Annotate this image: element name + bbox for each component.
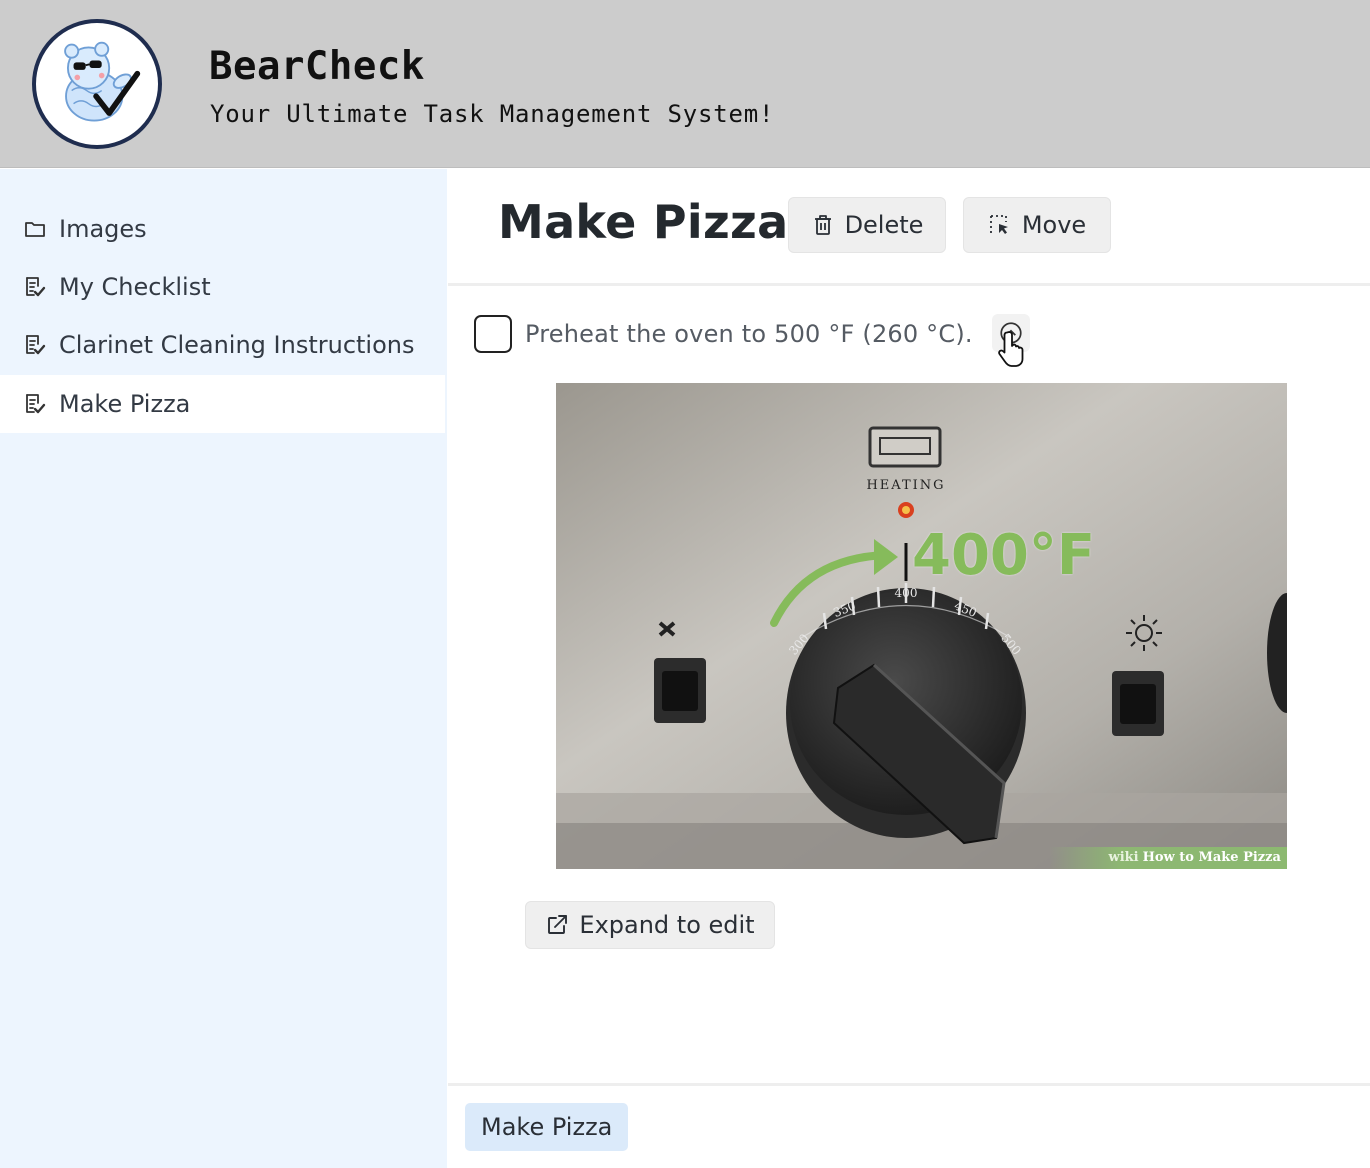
sidebar-item-label: Images: [59, 215, 147, 243]
oven-dial-image: 300350400450500: [556, 383, 1287, 869]
move-label: Move: [1021, 211, 1087, 239]
main-content: Make Pizza Delete Move Preheat the oven …: [448, 169, 1370, 1168]
folder-icon: [22, 216, 48, 242]
app-subtitle: Your Ultimate Task Management System!: [210, 100, 775, 128]
page-title: Make Pizza: [498, 195, 789, 249]
sidebar-item-label: Clarinet Cleaning Instructions: [59, 331, 415, 359]
delete-button[interactable]: Delete: [788, 197, 946, 253]
move-select-icon: [989, 215, 1008, 234]
dial-tick-label: 400: [895, 586, 918, 600]
sidebar-item-images[interactable]: Images: [0, 200, 445, 258]
expand-label: Expand to edit: [579, 911, 755, 939]
breadcrumb[interactable]: Make Pizza: [465, 1103, 629, 1151]
task-row: Preheat the oven to 500 °F (260 °C).: [474, 314, 973, 354]
delete-label: Delete: [844, 211, 924, 239]
temperature-label: 400°F: [912, 523, 1096, 588]
bear-logo-icon: [64, 41, 141, 122]
trash-icon: [814, 215, 831, 235]
hand-cursor-icon: [998, 331, 1024, 367]
expand-to-edit-button[interactable]: Expand to edit: [525, 901, 775, 949]
checklist-icon: [22, 391, 48, 417]
app-header: BearCheck Your Ultimate Task Management …: [0, 0, 1370, 168]
sidebar: Images My Checklist Clarinet Cleaning In…: [0, 169, 447, 1168]
watermark-brand: wiki: [1108, 850, 1139, 865]
heating-label: HEATING: [866, 478, 946, 493]
checklist-icon: [22, 274, 48, 300]
sidebar-item-label: My Checklist: [59, 273, 211, 301]
header-divider: [448, 283, 1370, 286]
sidebar-item-make-pizza[interactable]: Make Pizza: [0, 375, 445, 433]
watermark-text: How to Make Pizza: [1142, 850, 1281, 865]
sidebar-item-label: Make Pizza: [59, 390, 191, 418]
task-checkbox[interactable]: [474, 315, 512, 353]
move-button[interactable]: Move: [963, 197, 1111, 253]
sidebar-item-clarinet-cleaning[interactable]: Clarinet Cleaning Instructions: [0, 316, 445, 374]
checklist-icon: [22, 332, 48, 358]
image-watermark: wiki How to Make Pizza: [1048, 847, 1287, 869]
task-image[interactable]: 300 350 400 450 500 HEATING 400°F wiki How to…: [556, 383, 1287, 869]
sidebar-item-my-checklist[interactable]: My Checklist: [0, 258, 445, 316]
footer-divider: [448, 1083, 1370, 1086]
external-link-icon: [548, 915, 568, 934]
app-title: BearCheck: [209, 44, 425, 89]
task-text: Preheat the oven to 500 °F (260 °C).: [525, 320, 973, 348]
bearcheck-logo[interactable]: [32, 19, 162, 149]
